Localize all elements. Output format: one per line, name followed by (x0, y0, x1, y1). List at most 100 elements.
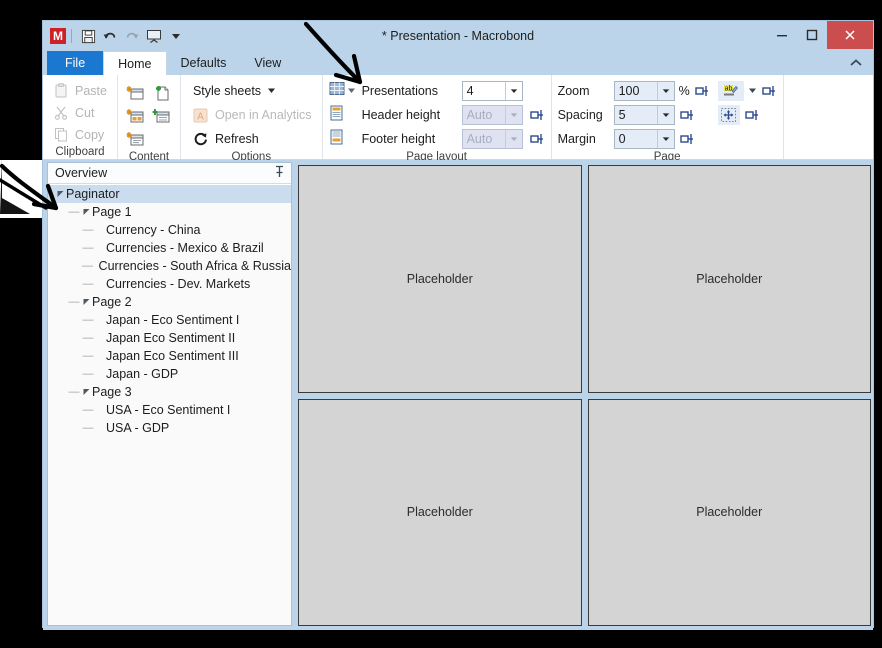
placeholder-panel[interactable]: Placeholder (298, 165, 582, 393)
paste-label: Paste (75, 83, 107, 98)
spacing-dropdown-icon[interactable] (656, 106, 674, 124)
placeholder-panel[interactable]: Placeholder (298, 398, 582, 626)
tree-item-label: Page 1 (92, 205, 132, 219)
layout-grid-dropdown-icon[interactable] (347, 82, 356, 100)
footer-height-dropdown-icon[interactable] (504, 130, 522, 148)
tree-item[interactable]: — USA - GDP (48, 419, 291, 437)
tab-file[interactable]: File (47, 51, 104, 75)
header-height-dropdown-icon[interactable] (504, 106, 522, 124)
placeholder-panel[interactable]: Placeholder (587, 398, 871, 626)
overview-tree[interactable]: Paginator — Page 1 — Currency - China — Curren… (48, 184, 291, 625)
undo-icon[interactable] (99, 25, 121, 47)
tree-item[interactable]: — Currency - China (48, 221, 291, 239)
tree-item[interactable]: — USA - Eco Sentiment I (48, 401, 291, 419)
close-button[interactable] (827, 21, 873, 49)
zoom-dropdown-icon[interactable] (656, 82, 674, 100)
presentations-dropdown-icon[interactable] (504, 82, 522, 100)
fit-to-page-icon[interactable] (717, 105, 740, 125)
tree-item-label: USA - GDP (106, 421, 170, 435)
maximize-button[interactable] (797, 21, 827, 49)
minimize-button[interactable] (767, 21, 797, 49)
zoom-anchor-icon[interactable] (694, 83, 710, 99)
spacing-stepper[interactable]: 5 (613, 105, 675, 125)
save-icon[interactable] (77, 25, 99, 47)
header-height-row: Header height Auto (362, 104, 545, 126)
margin-anchor-icon[interactable] (679, 131, 695, 147)
ribbon-group-clipboard: Paste Cut Copy Clipboard (43, 75, 118, 159)
tree-item[interactable]: — Currencies - Dev. Markets (48, 275, 291, 293)
pin-icon[interactable] (274, 165, 285, 181)
overview-panel: Overview Paginator — Page 1 — Currency - Chi… (47, 162, 292, 626)
tree-item[interactable]: Paginator (48, 185, 291, 203)
paste-button[interactable]: Paste (49, 80, 111, 101)
tree-connector-icon: — (82, 422, 94, 434)
style-sheets-button[interactable]: Style sheets (189, 80, 316, 102)
new-chart-icon[interactable] (124, 81, 148, 104)
header-height-anchor-icon[interactable] (529, 107, 545, 123)
new-document-icon[interactable] (150, 81, 174, 104)
open-in-analytics-button[interactable]: A Open in Analytics (189, 104, 316, 126)
header-height-stepper[interactable]: Auto (461, 105, 523, 125)
tree-item[interactable]: — Japan Eco Sentiment II (48, 329, 291, 347)
footer-height-stepper[interactable]: Auto (461, 129, 523, 149)
tab-home[interactable]: Home (103, 51, 167, 75)
tab-defaults[interactable]: Defaults (167, 51, 241, 75)
collapse-ribbon-icon[interactable] (845, 53, 867, 73)
tree-item[interactable]: — Japan - GDP (48, 365, 291, 383)
margin-stepper[interactable]: 0 (613, 129, 675, 149)
spacing-row: Spacing 5 (558, 104, 710, 126)
tree-item[interactable]: — Currencies - South Africa & Russia (48, 257, 291, 275)
copy-button[interactable]: Copy (49, 124, 111, 145)
tab-view[interactable]: View (240, 51, 295, 75)
fit-to-page-anchor-icon[interactable] (744, 107, 760, 123)
refresh-label: Refresh (214, 132, 259, 146)
zoom-stepper[interactable]: 100 (613, 81, 675, 101)
expander-icon[interactable] (80, 298, 92, 307)
zoom-unit-label: % (678, 84, 690, 98)
margin-value[interactable]: 0 (615, 130, 657, 148)
presentation-icon[interactable] (143, 25, 165, 47)
expander-icon[interactable] (54, 190, 66, 199)
tree-item[interactable]: — Page 2 (48, 293, 291, 311)
tree-item-label: Japan Eco Sentiment III (106, 349, 239, 363)
footer-height-anchor-icon[interactable] (529, 131, 545, 147)
footer-height-row: Footer height Auto (362, 128, 545, 150)
new-table-icon[interactable] (124, 104, 148, 127)
margin-row: Margin 0 (558, 128, 710, 150)
highlight-color-dropdown-icon[interactable] (748, 82, 757, 100)
layout-grid-icon[interactable] (329, 81, 345, 101)
redo-icon[interactable] (121, 25, 143, 47)
zoom-value[interactable]: 100 (615, 82, 657, 100)
zoom-row: Zoom 100 % (558, 80, 710, 102)
presentations-label: Presentations (361, 84, 438, 98)
highlight-anchor-icon[interactable] (761, 83, 777, 99)
cut-button[interactable]: Cut (49, 102, 111, 123)
tree-item[interactable]: — Page 1 (48, 203, 291, 221)
footer-page-icon[interactable] (329, 129, 344, 150)
spacing-anchor-icon[interactable] (679, 107, 695, 123)
app-logo-icon: M (50, 28, 66, 44)
presentations-value[interactable]: 4 (463, 82, 505, 100)
refresh-button[interactable]: Refresh (189, 128, 316, 150)
new-series-list-icon[interactable] (150, 104, 174, 127)
footer-height-value[interactable]: Auto (463, 130, 505, 148)
presentations-stepper[interactable]: 4 (461, 81, 523, 101)
svg-text:A: A (198, 111, 205, 122)
tree-item[interactable]: — Currencies - Mexico & Brazil (48, 239, 291, 257)
expander-icon[interactable] (80, 388, 92, 397)
tree-connector-icon: — (68, 386, 80, 398)
tree-item[interactable]: — Japan - Eco Sentiment I (48, 311, 291, 329)
spacing-value[interactable]: 5 (615, 106, 657, 124)
placeholder-panel[interactable]: Placeholder (587, 165, 871, 393)
margin-dropdown-icon[interactable] (656, 130, 674, 148)
header-height-value[interactable]: Auto (463, 106, 505, 124)
chevron-down-icon[interactable] (267, 84, 276, 98)
customize-qat-icon[interactable] (165, 25, 187, 47)
new-text-block-icon[interactable] (124, 127, 148, 150)
overview-header: Overview (48, 163, 291, 184)
tree-item[interactable]: — Page 3 (48, 383, 291, 401)
highlight-color-icon[interactable]: ab (717, 81, 744, 101)
expander-icon[interactable] (80, 208, 92, 217)
header-page-icon[interactable] (329, 105, 344, 126)
tree-item[interactable]: — Japan Eco Sentiment III (48, 347, 291, 365)
